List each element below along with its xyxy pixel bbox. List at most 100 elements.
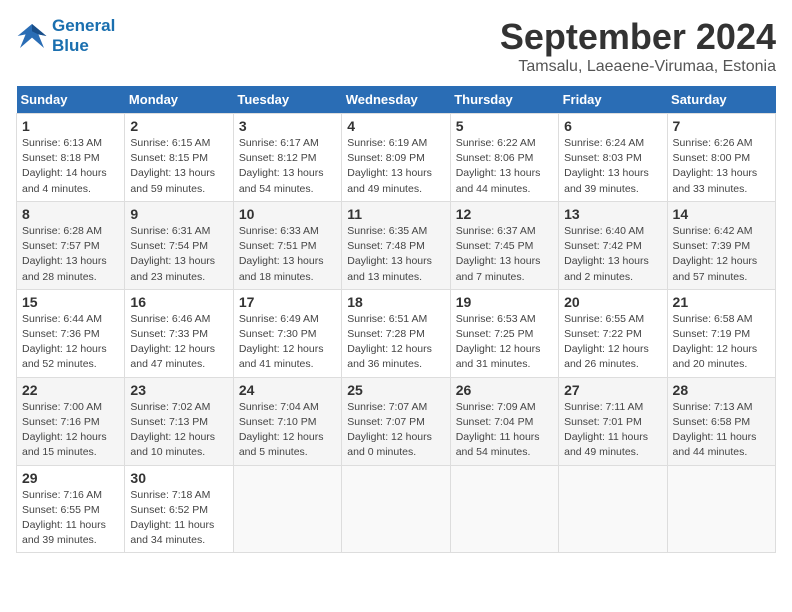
calendar-day-30: 30 Sunrise: 7:18 AM Sunset: 6:52 PM Dayli… — [125, 465, 233, 553]
day-number: 6 — [564, 118, 661, 134]
day-number: 4 — [347, 118, 444, 134]
day-info: Sunrise: 7:07 AM Sunset: 7:07 PM Dayligh… — [347, 400, 444, 461]
location-title: Tamsalu, Laeaene-Virumaa, Estonia — [500, 58, 776, 76]
calendar-day-3: 3Sunrise: 6:17 AM Sunset: 8:12 PM Daylig… — [233, 114, 341, 202]
calendar-day-29: 29 Sunrise: 7:16 AM Sunset: 6:55 PM Dayli… — [17, 465, 125, 553]
calendar-week-1: 1Sunrise: 6:13 AM Sunset: 8:18 PM Daylig… — [17, 114, 776, 202]
day-info: Sunrise: 6:37 AM Sunset: 7:45 PM Dayligh… — [456, 224, 553, 285]
day-info: Sunrise: 7:04 AM Sunset: 7:10 PM Dayligh… — [239, 400, 336, 461]
day-number: 17 — [239, 294, 336, 310]
day-number: 22 — [22, 382, 119, 398]
day-info: Sunrise: 6:49 AM Sunset: 7:30 PM Dayligh… — [239, 312, 336, 373]
calendar-week-4: 22 Sunrise: 7:00 AM Sunset: 7:16 PM Dayli… — [17, 377, 776, 465]
day-number: 12 — [456, 206, 553, 222]
title-area: September 2024 Tamsalu, Laeaene-Virumaa,… — [500, 16, 776, 76]
day-info: Sunrise: 6:19 AM Sunset: 8:09 PM Dayligh… — [347, 136, 444, 197]
calendar-day-13: 13Sunrise: 6:40 AM Sunset: 7:42 PM Dayli… — [559, 201, 667, 289]
calendar-day-23: 23Sunrise: 7:02 AM Sunset: 7:13 PM Dayli… — [125, 377, 233, 465]
calendar-day-11: 11 Sunrise: 6:35 AM Sunset: 7:48 PM Dayli… — [342, 201, 450, 289]
calendar-day-4: 4 Sunrise: 6:19 AM Sunset: 8:09 PM Daylig… — [342, 114, 450, 202]
empty-cell — [450, 465, 558, 553]
calendar-day-17: 17 Sunrise: 6:49 AM Sunset: 7:30 PM Dayli… — [233, 289, 341, 377]
day-number: 20 — [564, 294, 661, 310]
day-info: Sunrise: 6:22 AM Sunset: 8:06 PM Dayligh… — [456, 136, 553, 197]
day-info: Sunrise: 7:18 AM Sunset: 6:52 PM Dayligh… — [130, 488, 227, 549]
calendar-day-21: 21Sunrise: 6:58 AM Sunset: 7:19 PM Dayli… — [667, 289, 775, 377]
day-info: Sunrise: 6:51 AM Sunset: 7:28 PM Dayligh… — [347, 312, 444, 373]
day-number: 23 — [130, 382, 227, 398]
col-header-friday: Friday — [559, 86, 667, 114]
calendar-day-7: 7 Sunrise: 6:26 AM Sunset: 8:00 PM Daylig… — [667, 114, 775, 202]
day-number: 7 — [673, 118, 770, 134]
day-number: 24 — [239, 382, 336, 398]
calendar-day-19: 19Sunrise: 6:53 AM Sunset: 7:25 PM Dayli… — [450, 289, 558, 377]
day-number: 9 — [130, 206, 227, 222]
logo-text: General Blue — [52, 16, 115, 56]
day-number: 10 — [239, 206, 336, 222]
header: General Blue September 2024 Tamsalu, Lae… — [16, 16, 776, 76]
col-header-wednesday: Wednesday — [342, 86, 450, 114]
day-number: 14 — [673, 206, 770, 222]
day-number: 18 — [347, 294, 444, 310]
day-number: 11 — [347, 206, 444, 222]
month-title: September 2024 — [500, 16, 776, 58]
calendar-day-25: 25Sunrise: 7:07 AM Sunset: 7:07 PM Dayli… — [342, 377, 450, 465]
calendar-day-9: 9 Sunrise: 6:31 AM Sunset: 7:54 PM Daylig… — [125, 201, 233, 289]
calendar-day-27: 27 Sunrise: 7:11 AM Sunset: 7:01 PM Dayli… — [559, 377, 667, 465]
calendar-day-22: 22 Sunrise: 7:00 AM Sunset: 7:16 PM Dayli… — [17, 377, 125, 465]
calendar-week-5: 29 Sunrise: 7:16 AM Sunset: 6:55 PM Dayli… — [17, 465, 776, 553]
day-info: Sunrise: 7:16 AM Sunset: 6:55 PM Dayligh… — [22, 488, 119, 549]
calendar-day-26: 26Sunrise: 7:09 AM Sunset: 7:04 PM Dayli… — [450, 377, 558, 465]
empty-cell — [233, 465, 341, 553]
calendar-day-15: 15 Sunrise: 6:44 AM Sunset: 7:36 PM Dayli… — [17, 289, 125, 377]
calendar-day-24: 24 Sunrise: 7:04 AM Sunset: 7:10 PM Dayli… — [233, 377, 341, 465]
day-number: 21 — [673, 294, 770, 310]
day-number: 27 — [564, 382, 661, 398]
day-number: 19 — [456, 294, 553, 310]
day-info: Sunrise: 7:11 AM Sunset: 7:01 PM Dayligh… — [564, 400, 661, 461]
calendar-day-2: 2Sunrise: 6:15 AM Sunset: 8:15 PM Daylig… — [125, 114, 233, 202]
col-header-sunday: Sunday — [17, 86, 125, 114]
day-number: 8 — [22, 206, 119, 222]
day-number: 26 — [456, 382, 553, 398]
day-info: Sunrise: 6:35 AM Sunset: 7:48 PM Dayligh… — [347, 224, 444, 285]
calendar-day-12: 12 Sunrise: 6:37 AM Sunset: 7:45 PM Dayli… — [450, 201, 558, 289]
calendar-day-18: 18 Sunrise: 6:51 AM Sunset: 7:28 PM Dayli… — [342, 289, 450, 377]
day-info: Sunrise: 6:28 AM Sunset: 7:57 PM Dayligh… — [22, 224, 119, 285]
calendar-day-16: 16Sunrise: 6:46 AM Sunset: 7:33 PM Dayli… — [125, 289, 233, 377]
day-number: 28 — [673, 382, 770, 398]
day-number: 1 — [22, 118, 119, 134]
day-info: Sunrise: 6:26 AM Sunset: 8:00 PM Dayligh… — [673, 136, 770, 197]
day-info: Sunrise: 6:17 AM Sunset: 8:12 PM Dayligh… — [239, 136, 336, 197]
day-info: Sunrise: 6:42 AM Sunset: 7:39 PM Dayligh… — [673, 224, 770, 285]
day-number: 15 — [22, 294, 119, 310]
col-header-thursday: Thursday — [450, 86, 558, 114]
day-info: Sunrise: 6:44 AM Sunset: 7:36 PM Dayligh… — [22, 312, 119, 373]
day-info: Sunrise: 6:31 AM Sunset: 7:54 PM Dayligh… — [130, 224, 227, 285]
day-number: 5 — [456, 118, 553, 134]
day-info: Sunrise: 7:13 AM Sunset: 6:58 PM Dayligh… — [673, 400, 770, 461]
day-number: 30 — [130, 470, 227, 486]
calendar-week-2: 8 Sunrise: 6:28 AM Sunset: 7:57 PM Daylig… — [17, 201, 776, 289]
calendar-day-5: 5 Sunrise: 6:22 AM Sunset: 8:06 PM Daylig… — [450, 114, 558, 202]
empty-cell — [667, 465, 775, 553]
day-info: Sunrise: 6:40 AM Sunset: 7:42 PM Dayligh… — [564, 224, 661, 285]
col-header-saturday: Saturday — [667, 86, 775, 114]
day-number: 29 — [22, 470, 119, 486]
calendar-day-14: 14 Sunrise: 6:42 AM Sunset: 7:39 PM Dayli… — [667, 201, 775, 289]
day-info: Sunrise: 6:33 AM Sunset: 7:51 PM Dayligh… — [239, 224, 336, 285]
day-info: Sunrise: 7:00 AM Sunset: 7:16 PM Dayligh… — [22, 400, 119, 461]
calendar-day-10: 10 Sunrise: 6:33 AM Sunset: 7:51 PM Dayli… — [233, 201, 341, 289]
calendar-day-1: 1Sunrise: 6:13 AM Sunset: 8:18 PM Daylig… — [17, 114, 125, 202]
calendar-table: SundayMondayTuesdayWednesdayThursdayFrid… — [16, 86, 776, 553]
col-header-monday: Monday — [125, 86, 233, 114]
calendar-day-8: 8 Sunrise: 6:28 AM Sunset: 7:57 PM Daylig… — [17, 201, 125, 289]
day-info: Sunrise: 6:24 AM Sunset: 8:03 PM Dayligh… — [564, 136, 661, 197]
calendar-day-28: 28 Sunrise: 7:13 AM Sunset: 6:58 PM Dayli… — [667, 377, 775, 465]
day-info: Sunrise: 6:55 AM Sunset: 7:22 PM Dayligh… — [564, 312, 661, 373]
header-row: SundayMondayTuesdayWednesdayThursdayFrid… — [17, 86, 776, 114]
col-header-tuesday: Tuesday — [233, 86, 341, 114]
empty-cell — [559, 465, 667, 553]
day-info: Sunrise: 6:46 AM Sunset: 7:33 PM Dayligh… — [130, 312, 227, 373]
day-number: 2 — [130, 118, 227, 134]
